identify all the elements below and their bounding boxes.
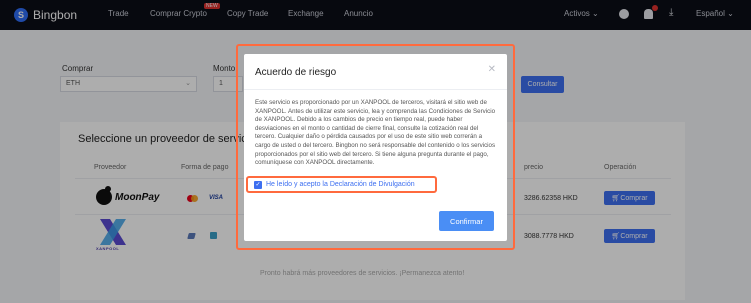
- close-icon[interactable]: ✕: [488, 64, 496, 75]
- agree-checkbox[interactable]: ✓: [254, 181, 262, 189]
- agree-checkbox-label[interactable]: He leído y acepto la Declaración de Divu…: [266, 181, 415, 188]
- modal-divider: [244, 89, 507, 90]
- modal-body-text: Este servicio es proporcionado por un XA…: [255, 99, 496, 167]
- confirm-button[interactable]: Confirmar: [439, 211, 494, 231]
- modal-title: Acuerdo de riesgo: [255, 67, 337, 78]
